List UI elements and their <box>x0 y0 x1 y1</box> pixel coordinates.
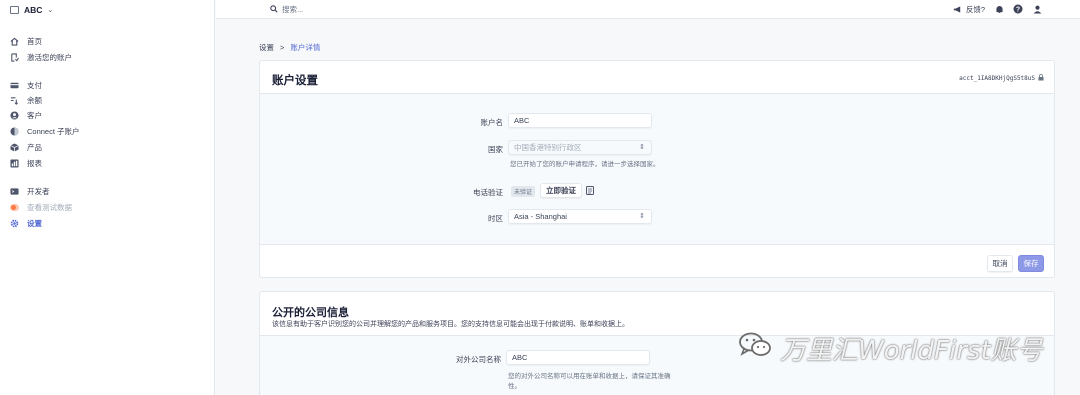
account-id-text: acct_1IA8DKHjQgS5t8uS <box>959 75 1035 82</box>
lock-icon <box>1038 74 1044 83</box>
timezone-select[interactable]: Asia - Shanghai ⇕ <box>508 209 652 224</box>
account-name-field[interactable]: ABC <box>508 113 652 128</box>
sidebar-item-label: 产品 <box>27 143 42 152</box>
bell-icon[interactable] <box>994 4 1004 14</box>
developers-icon <box>10 187 19 196</box>
card-header: 账户设置 acct_1IA8DKHjQgS5t8uS <box>260 61 1054 94</box>
account-icon <box>10 6 19 14</box>
company-name-help-line-2: 性。 <box>508 383 521 390</box>
connect-icon <box>10 127 19 136</box>
account-name-value: ABC <box>514 116 530 125</box>
select-arrows-icon: ⇕ <box>639 213 645 220</box>
gear-icon <box>10 219 19 228</box>
sidebar-item-label: 开发者 <box>27 187 50 196</box>
sidebar-item-products[interactable]: 产品 <box>10 142 42 153</box>
select-arrows-icon: ⇕ <box>639 144 645 151</box>
sidebar-item-activate[interactable]: 激活您的账户 <box>10 52 72 63</box>
customers-icon <box>10 111 19 120</box>
watermark: 万里汇WorldFirst账号 <box>738 330 1043 366</box>
sidebar-item-customers[interactable]: 客户 <box>10 110 42 121</box>
sidebar-item-connect[interactable]: Connect 子账户 <box>10 126 80 137</box>
info-icon[interactable] <box>586 186 594 197</box>
country-value: 中国香港特别行政区 <box>514 143 582 152</box>
payments-icon <box>10 81 19 90</box>
search-placeholder: 搜索... <box>282 5 304 14</box>
sidebar-item-label: 支付 <box>27 81 42 90</box>
status-badge: 未验证 <box>511 186 536 197</box>
sidebar-item-label: 余额 <box>27 96 42 105</box>
sidebar-item-label: Connect 子账户 <box>27 127 80 136</box>
section-description: 该信息有助于客户识别您的公司并理解您的产品和服务项目。您的支持信息可能会出现于付… <box>272 321 629 328</box>
country-select[interactable]: 中国香港特别行政区 ⇕ <box>508 140 652 155</box>
sidebar-item-label: 客户 <box>27 111 42 120</box>
watermark-text: 万里汇WorldFirst账号 <box>780 335 1043 366</box>
sidebar: ABC ⌄ 首页 激活您的账户 支付 余额 客户 Connect 子账户 产品 … <box>0 0 215 395</box>
sidebar-item-test-data[interactable]: 查看测试数据 <box>10 202 72 213</box>
account-settings-card: 账户设置 acct_1IA8DKHjQgS5t8uS 账户名 ABC 国家 中国… <box>259 60 1055 278</box>
top-bar: 搜索... 反馈? ? <box>216 0 1080 19</box>
megaphone-icon <box>953 4 963 14</box>
timezone-label: 时区 <box>488 214 503 223</box>
breadcrumb-settings[interactable]: 设置 <box>259 42 274 53</box>
timezone-value: Asia - Shanghai <box>514 212 567 221</box>
card-body: 账户名 ABC 国家 中国香港特别行政区 ⇕ 您已开始了您的账户申请程序，请进一… <box>260 94 1054 244</box>
sidebar-item-payments[interactable]: 支付 <box>10 80 42 91</box>
card-footer: 取消 保存 <box>260 244 1054 277</box>
search-input[interactable]: 搜索... <box>270 4 303 15</box>
verify-now-button[interactable]: 立即验证 <box>540 183 582 198</box>
user-icon[interactable] <box>1032 4 1042 14</box>
breadcrumb-account-details[interactable]: 账户详情 <box>290 42 320 53</box>
phone-verification-label: 电话验证 <box>473 188 503 197</box>
cancel-button[interactable]: 取消 <box>987 255 1013 272</box>
feedback-button[interactable]: 反馈? <box>953 4 985 15</box>
sidebar-item-label: 激活您的账户 <box>27 53 72 62</box>
company-name-label: 对外公司名称 <box>456 355 501 364</box>
breadcrumb-separator: > <box>280 43 285 52</box>
account-name-label: 账户名 <box>480 118 504 127</box>
help-icon[interactable]: ? <box>1013 4 1023 14</box>
search-icon <box>270 4 278 15</box>
reports-icon <box>10 159 19 168</box>
top-actions: 反馈? ? <box>953 3 1042 15</box>
feedback-label: 反馈? <box>965 4 985 14</box>
page-title: 账户设置 <box>272 75 318 87</box>
wechat-icon <box>738 331 772 366</box>
sidebar-item-home[interactable]: 首页 <box>10 36 42 47</box>
sidebar-item-settings[interactable]: 设置 <box>10 218 42 229</box>
account-switcher[interactable]: ABC ⌄ <box>10 4 53 16</box>
sidebar-item-label: 设置 <box>27 219 42 228</box>
sidebar-item-label: 查看测试数据 <box>27 203 72 212</box>
company-name-field[interactable]: ABC <box>506 350 650 365</box>
sidebar-item-balance[interactable]: 余额 <box>10 95 42 106</box>
chevron-down-icon: ⌄ <box>47 7 54 14</box>
svg-text:?: ? <box>1016 7 1020 14</box>
sidebar-item-reports[interactable]: 报表 <box>10 158 42 169</box>
sidebar-item-label: 报表 <box>27 159 42 168</box>
company-name-help-line-1: 您的对外公司名称可以用在账单和收据上，请保证其准确 <box>508 373 671 380</box>
country-help-text: 您已开始了您的账户申请程序，请进一步选择国家。 <box>510 161 660 168</box>
sidebar-item-developers[interactable]: 开发者 <box>10 186 50 197</box>
breadcrumb: 设置 > 账户详情 <box>259 42 320 53</box>
test-data-toggle[interactable] <box>10 204 19 211</box>
country-label: 国家 <box>488 145 503 154</box>
account-name: ABC <box>24 5 43 15</box>
activate-icon <box>10 53 19 62</box>
balance-icon <box>10 96 19 105</box>
products-icon <box>10 143 19 152</box>
section-title: 公开的公司信息 <box>272 307 349 319</box>
company-name-value: ABC <box>512 353 528 362</box>
account-id[interactable]: acct_1IA8DKHjQgS5t8uS <box>959 74 1044 83</box>
save-button[interactable]: 保存 <box>1018 255 1044 272</box>
sidebar-item-label: 首页 <box>27 37 42 46</box>
home-icon <box>10 37 19 46</box>
